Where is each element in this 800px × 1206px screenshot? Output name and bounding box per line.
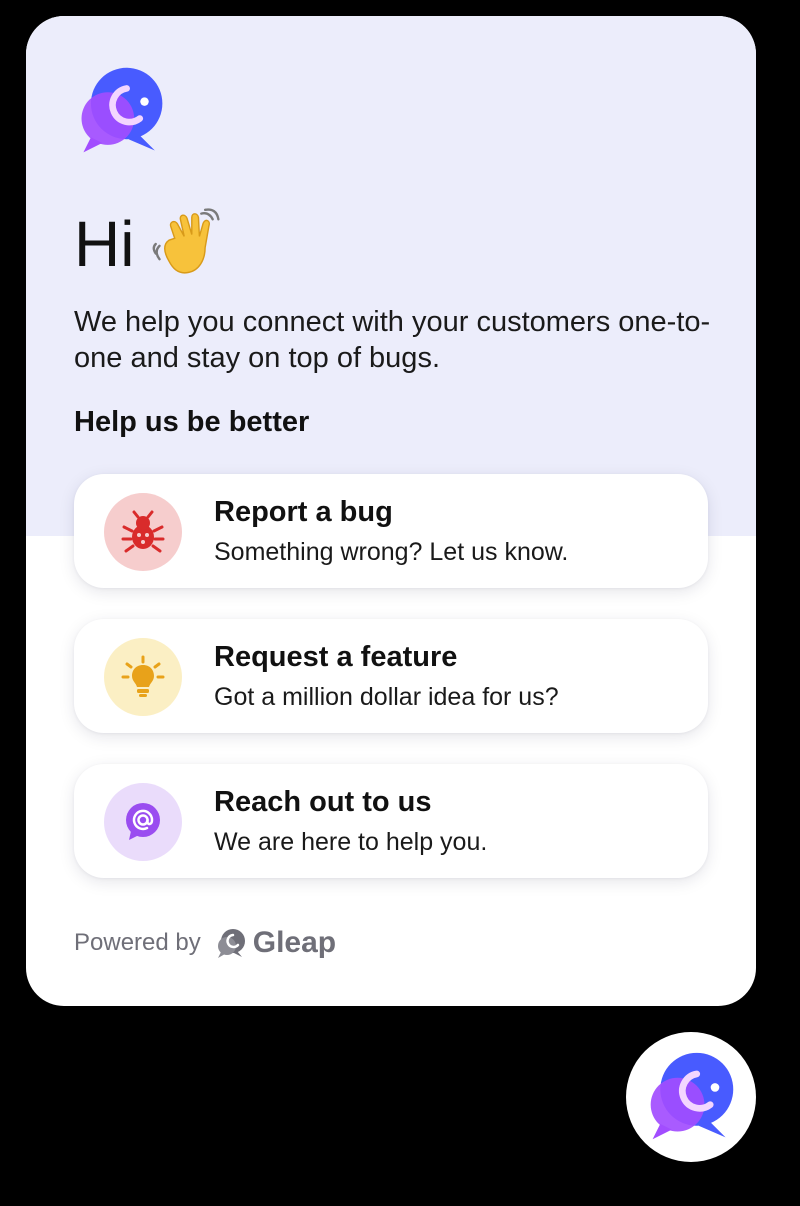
- gleap-logo-icon: [650, 1052, 734, 1140]
- at-chat-icon-badge: [104, 783, 182, 861]
- gleap-mark-icon: [217, 929, 245, 958]
- at-chat-icon: [126, 803, 160, 840]
- section-title: Help us be better: [74, 406, 310, 438]
- card-subtitle: Got a million dollar idea for us?: [214, 683, 559, 711]
- card-subtitle: Something wrong? Let us know.: [214, 538, 569, 566]
- request-feature-card[interactable]: Request a feature Got a million dollar i…: [74, 619, 708, 733]
- lightbulb-icon-badge: [104, 638, 182, 716]
- lightbulb-icon: [121, 655, 165, 697]
- brand-name: Gleap: [252, 926, 337, 959]
- gleap-logo-icon: [81, 67, 163, 153]
- waving-hand-icon: [153, 208, 221, 274]
- gleap-brand: Gleap: [215, 926, 336, 960]
- reach-out-card[interactable]: Reach out to us We are here to help you.: [74, 764, 708, 878]
- bug-icon-badge: [104, 493, 182, 571]
- report-bug-card[interactable]: Report a bug Something wrong? Let us kno…: [74, 474, 708, 588]
- card-title: Request a feature: [214, 641, 458, 673]
- card-title: Reach out to us: [214, 786, 432, 818]
- bug-icon: [121, 510, 165, 553]
- card-title: Report a bug: [214, 496, 393, 528]
- powered-by-label: Powered by: [74, 929, 201, 956]
- greeting: Hi: [74, 206, 226, 282]
- powered-by-link[interactable]: Powered by Gleap: [74, 926, 336, 960]
- greeting-text: Hi: [74, 208, 135, 280]
- widget-launcher-button[interactable]: [626, 1032, 756, 1162]
- intro-text: We help you connect with your customers …: [74, 306, 711, 374]
- card-subtitle: We are here to help you.: [214, 828, 488, 856]
- feedback-widget: Hi We help you connect with your custome…: [26, 16, 756, 1006]
